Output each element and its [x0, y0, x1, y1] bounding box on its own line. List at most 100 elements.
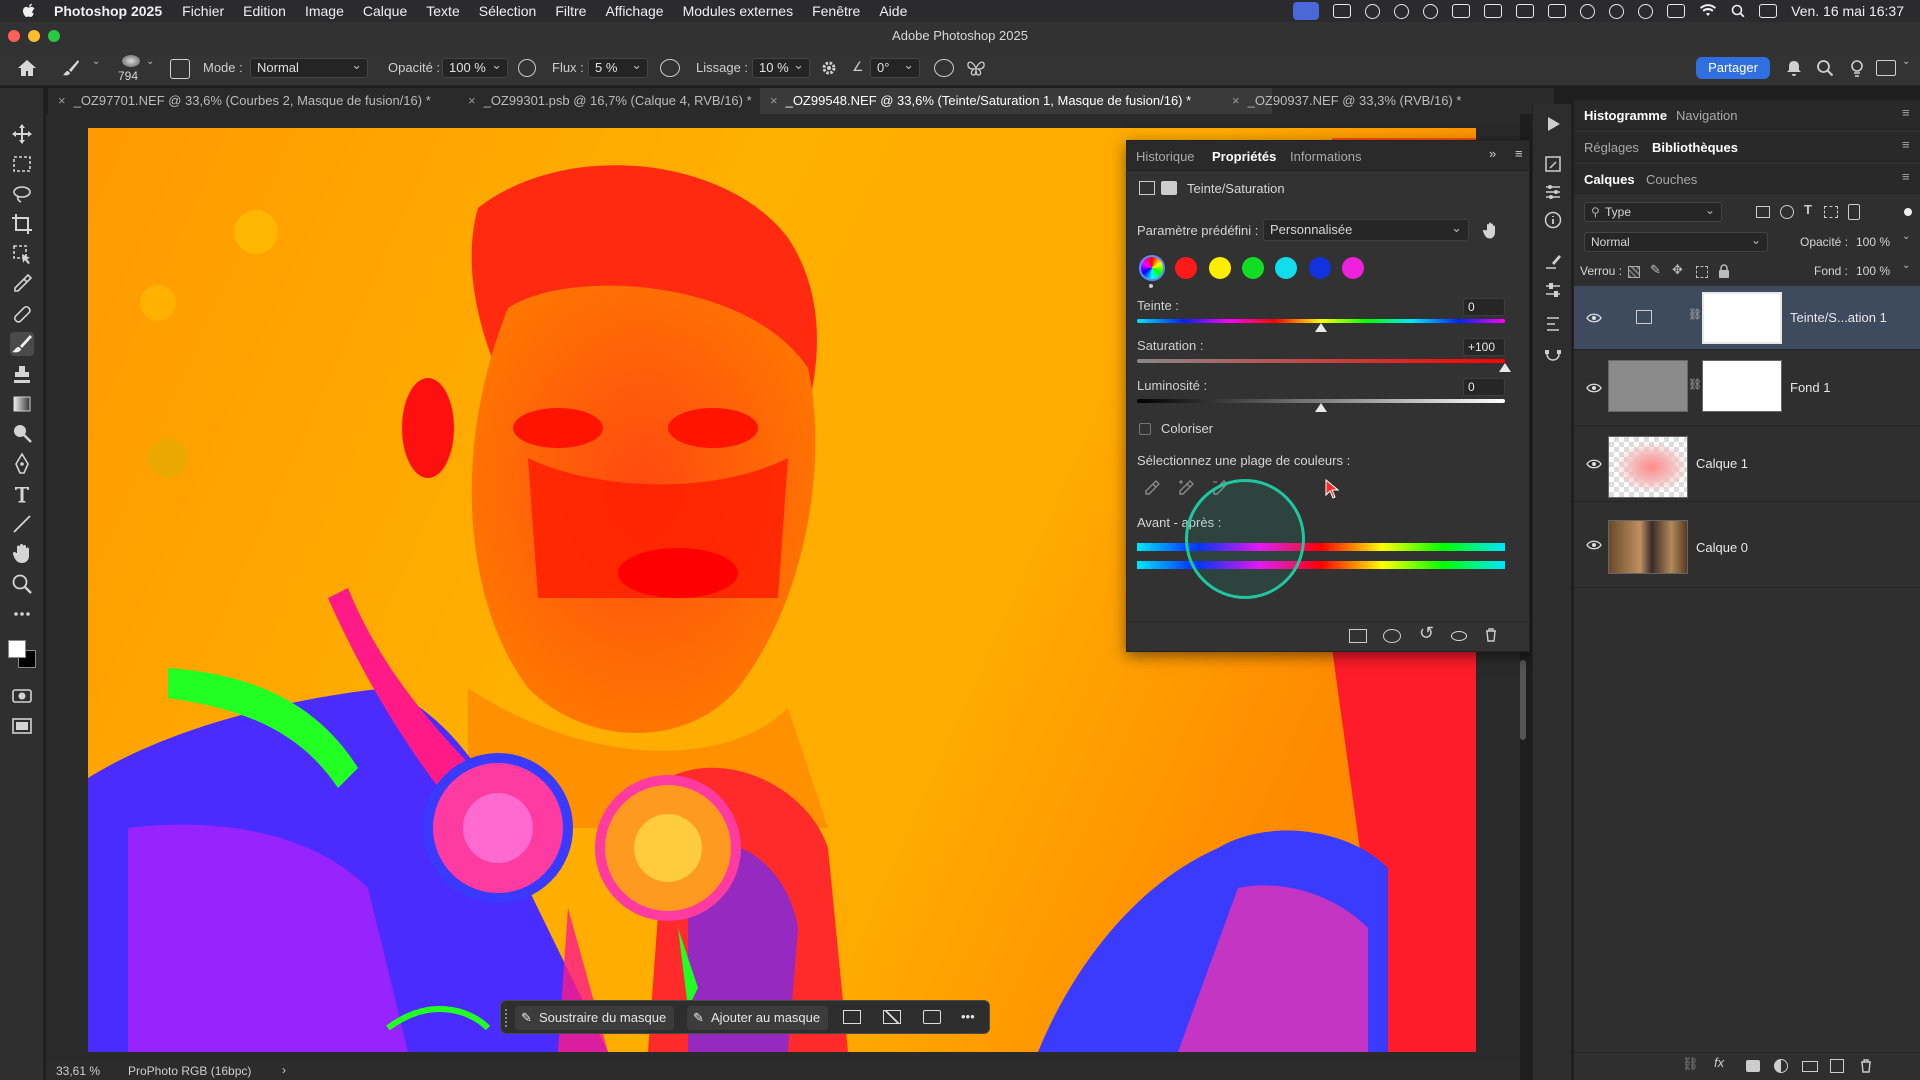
brush-preview-icon[interactable] [122, 55, 140, 67]
utility-status-icon[interactable] [1394, 3, 1410, 19]
lock-image-pixels-icon[interactable]: ✎ [1650, 262, 1661, 278]
add-to-mask-button[interactable]: ✎ Ajouter au masque [687, 1006, 829, 1030]
battery-icon[interactable] [1667, 4, 1686, 18]
filter-type-layers-icon[interactable]: T [1804, 202, 1812, 217]
layer-thumbnail[interactable] [1608, 436, 1688, 498]
invert-mask-icon[interactable] [923, 1010, 941, 1024]
collapse-panel-icon[interactable]: » [1489, 146, 1496, 161]
filter-shape-layers-icon[interactable] [1824, 206, 1838, 218]
brush-size-caret[interactable]: ⌄ [146, 56, 154, 67]
layer-visibility-eye-icon[interactable] [1586, 383, 1602, 393]
menu-image[interactable]: Image [305, 3, 344, 19]
tab-historique[interactable]: Historique [1136, 149, 1195, 164]
menu-filtre[interactable]: Filtre [555, 3, 586, 19]
mask-link-icon[interactable]: ⛓ [1688, 378, 1702, 391]
panel-menu-icon[interactable]: ≡ [1902, 105, 1910, 120]
add-to-sample-eyedropper-icon[interactable] [1177, 479, 1195, 497]
marquee-tool-icon[interactable] [10, 152, 34, 176]
tab-calques[interactable]: Calques [1584, 172, 1635, 187]
wifi-icon[interactable] [1699, 4, 1717, 18]
brush-tool-selected-icon[interactable] [10, 332, 34, 356]
new-group-folder-icon[interactable] [1802, 1061, 1818, 1072]
info-icon[interactable] [1543, 210, 1563, 230]
fill-value[interactable]: 100 % [1856, 264, 1890, 278]
clone-stamp-tool-icon[interactable] [10, 362, 34, 386]
drag-handle[interactable] [505, 1009, 509, 1027]
delete-layer-trash-icon[interactable] [1858, 1058, 1874, 1074]
add-mask-icon[interactable] [1746, 1060, 1760, 1072]
eyedropper-icon[interactable] [1143, 479, 1161, 497]
tab-reglages[interactable]: Réglages [1584, 140, 1639, 155]
targeted-adjustment-hand-icon[interactable] [1481, 221, 1501, 241]
menu-modules-externes[interactable]: Modules externes [683, 3, 794, 19]
fill-caret[interactable]: ⌄ [1902, 260, 1910, 271]
layer-visibility-eye-icon[interactable] [1586, 313, 1602, 323]
lightness-value-field[interactable]: 0 [1463, 378, 1505, 396]
layer-visibility-eye-icon[interactable] [1586, 540, 1602, 550]
disable-mask-icon[interactable] [883, 1010, 901, 1024]
close-window-button[interactable] [8, 30, 20, 42]
spotlight-search-icon[interactable] [1731, 4, 1745, 18]
tab-couches[interactable]: Couches [1646, 172, 1697, 187]
dodge-tool-icon[interactable] [10, 422, 34, 446]
ps-status-icon[interactable] [1452, 4, 1471, 18]
new-layer-icon[interactable] [1830, 1059, 1844, 1073]
menu-edition[interactable]: Edition [243, 3, 286, 19]
panel-menu-icon[interactable]: ≡ [1515, 146, 1523, 161]
layer-opacity-caret[interactable]: ⌄ [1902, 231, 1910, 242]
saturation-slider-track[interactable] [1137, 359, 1505, 363]
smoothing-options-gear-icon[interactable] [820, 59, 838, 77]
workspace-caret[interactable]: ⌄ [1902, 56, 1910, 67]
menu-aide[interactable]: Aide [879, 3, 907, 19]
layer-mask-thumbnail[interactable] [1702, 292, 1782, 344]
app-name-menu[interactable]: Photoshop 2025 [54, 3, 162, 19]
layer-thumbnail-photo[interactable] [1608, 520, 1688, 574]
colorize-checkbox[interactable] [1139, 423, 1151, 435]
tab-informations[interactable]: Informations [1290, 149, 1362, 164]
properties-sliders-icon[interactable] [1543, 280, 1563, 300]
airbrush-icon[interactable] [660, 59, 680, 77]
link-layers-icon[interactable]: ⛓ [1682, 1056, 1699, 1072]
saturation-slider-thumb[interactable] [1499, 363, 1511, 372]
object-selection-tool-icon[interactable] [10, 242, 34, 266]
more-tools-icon[interactable] [10, 602, 34, 626]
layer-row-calque-1[interactable]: Calque 1 [1574, 426, 1920, 502]
status-info-menu-arrow[interactable]: › [282, 1063, 286, 1077]
opacity-dropdown[interactable]: 100 % [442, 56, 508, 78]
eyedropper-tool-icon[interactable] [10, 272, 34, 296]
layer-thumbnail[interactable] [1608, 360, 1688, 412]
type-tool-icon[interactable] [10, 482, 34, 506]
subtract-from-mask-button[interactable]: ✎ Soustraire du masque [515, 1006, 675, 1030]
layer-visibility-eye-icon[interactable] [1586, 459, 1602, 469]
character-styles-icon[interactable] [1543, 314, 1563, 334]
layer-filter-type-dropdown[interactable]: ⚲ Type ⌄ [1584, 202, 1722, 222]
home-icon[interactable] [16, 58, 38, 78]
mask-link-icon[interactable]: ⛓ [1688, 308, 1702, 321]
blend-mode-dropdown[interactable]: Normal ⌄ [1584, 232, 1768, 252]
magentas-swatch[interactable] [1342, 257, 1364, 279]
delete-adjustment-trash-icon[interactable] [1483, 627, 1499, 643]
more-options-button[interactable]: ••• [961, 1009, 975, 1024]
document-tab-3-active[interactable]: × _OZ99548.NEF @ 33,6% (Teinte/Saturation… [760, 88, 1272, 114]
view-previous-state-icon[interactable] [1383, 629, 1401, 643]
close-tab-icon[interactable]: × [1232, 93, 1240, 108]
hue-value-field[interactable]: 0 [1463, 298, 1505, 316]
apple-logo-icon[interactable] [20, 3, 38, 19]
mode-dropdown[interactable]: Normal [250, 56, 368, 78]
filter-pixel-layers-icon[interactable] [1756, 206, 1770, 218]
document-tab-2[interactable]: × _OZ99301.psb @ 16,7% (Calque 4, RVB/16)… [458, 88, 808, 114]
tab-navigation[interactable]: Navigation [1676, 108, 1737, 123]
pressure-size-icon[interactable] [934, 59, 954, 77]
close-tab-icon[interactable]: × [468, 93, 476, 108]
toggle-visibility-eye-icon[interactable] [1451, 631, 1467, 641]
account-status-icon[interactable] [1580, 3, 1596, 19]
menu-fichier[interactable]: Fichier [182, 3, 224, 19]
menubar-clock[interactable]: Ven. 16 mai 16:37 [1791, 3, 1904, 19]
document-tab-4[interactable]: × _OZ90937.NEF @ 33,3% (RVB/16) * [1222, 88, 1522, 114]
clip-to-layer-icon[interactable] [1349, 629, 1367, 643]
lock-artboard-icon[interactable] [1696, 266, 1708, 278]
reset-adjustment-icon[interactable]: ↺ [1419, 623, 1434, 644]
reds-swatch[interactable] [1175, 257, 1197, 279]
panel-menu-icon[interactable]: ≡ [1902, 137, 1910, 152]
close-tab-icon[interactable]: × [770, 93, 778, 108]
